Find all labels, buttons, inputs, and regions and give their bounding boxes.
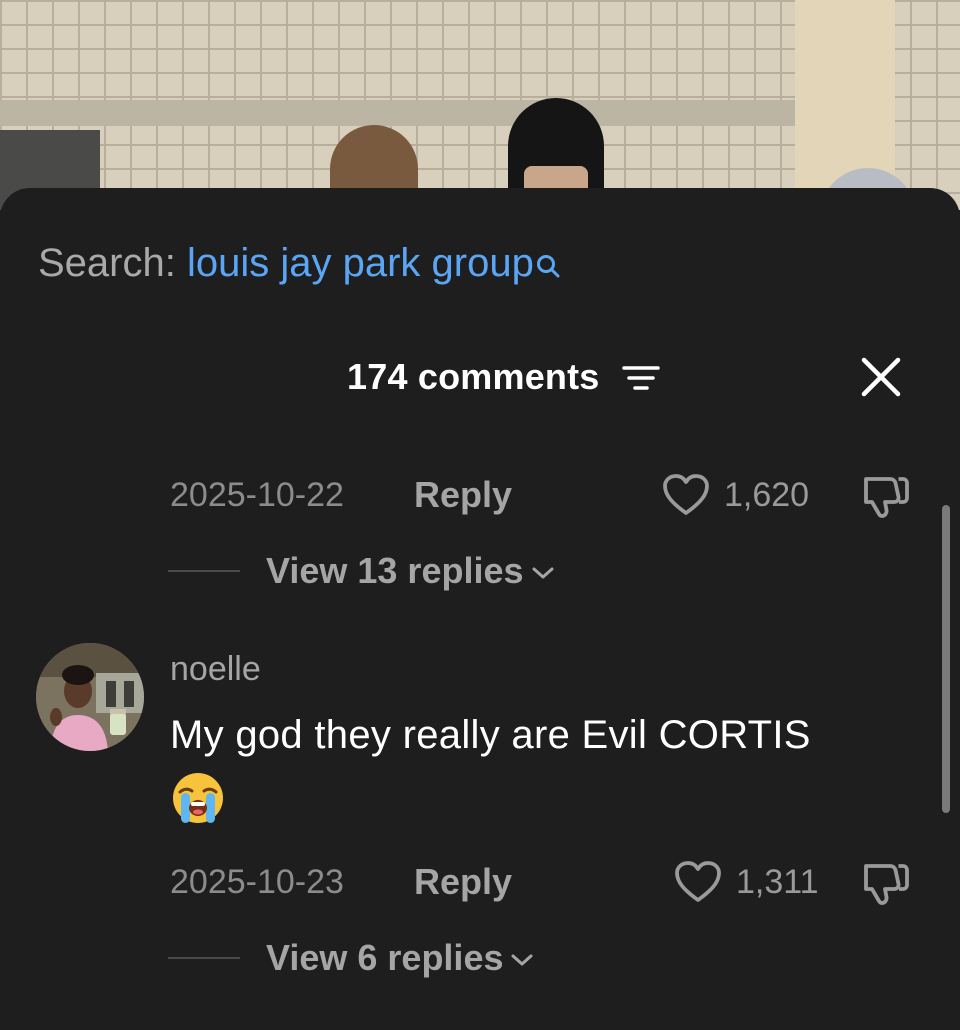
chevron-down-icon (532, 567, 554, 579)
comment-username[interactable]: noelle (170, 646, 261, 692)
comment-date: 2025-10-22 (170, 476, 344, 514)
like-count: 1,311 (736, 863, 819, 901)
dislike-icon[interactable] (860, 860, 912, 908)
divider-line (168, 570, 240, 572)
search-label: Search: (38, 241, 176, 285)
wall-ledge (0, 100, 800, 126)
like-button[interactable]: 1,311 (674, 857, 819, 907)
view-replies-label: View 13 replies (266, 550, 524, 591)
avatar[interactable] (36, 643, 144, 751)
comment-count: 174 comments (347, 356, 600, 397)
heart-icon[interactable] (674, 860, 722, 904)
search-query-link[interactable]: louis jay park group (187, 241, 534, 285)
video-background (0, 0, 960, 210)
filter-icon[interactable] (622, 363, 660, 393)
search-icon[interactable] (536, 242, 562, 278)
comments-header: 174 comments (0, 352, 960, 402)
comment-date: 2025-10-23 (170, 863, 344, 901)
close-icon[interactable] (858, 354, 904, 400)
comment-meta-row: 2025-10-23 Reply 1,311 (0, 857, 960, 907)
dislike-icon[interactable] (860, 473, 912, 521)
chevron-down-icon (511, 954, 533, 966)
comment-text: My god they really are Evil CORTIS (170, 713, 811, 757)
divider-line (168, 957, 240, 959)
scrollbar[interactable] (942, 505, 950, 813)
like-count: 1,620 (724, 476, 810, 514)
view-replies-button[interactable]: View 6 replies (168, 933, 535, 983)
search-suggestion[interactable]: Search: louis jay park group (38, 238, 562, 288)
heart-icon[interactable] (662, 473, 710, 517)
comment-body: My god they really are Evil CORTIS (170, 706, 930, 826)
reply-button[interactable]: Reply (414, 470, 512, 520)
view-replies-label: View 6 replies (266, 937, 504, 978)
like-button[interactable]: 1,620 (662, 470, 809, 520)
reply-button[interactable]: Reply (414, 857, 512, 907)
comment-meta-row: 2025-10-22 Reply 1,620 (0, 470, 960, 520)
loudly-crying-face-emoji (173, 773, 223, 823)
view-replies-button[interactable]: View 13 replies (168, 546, 556, 596)
